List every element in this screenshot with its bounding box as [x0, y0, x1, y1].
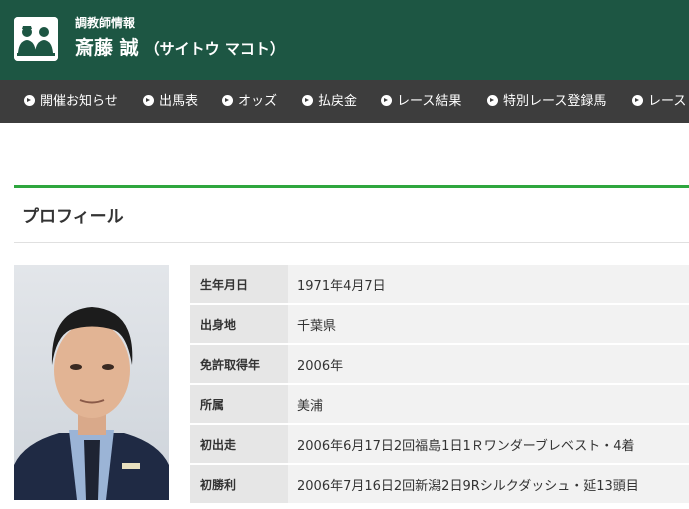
circle-arrow-right-icon — [302, 95, 313, 106]
circle-arrow-right-icon — [24, 95, 35, 106]
nav-item-kaisai[interactable]: 開催お知らせ — [24, 80, 118, 123]
row-value-birthplace: 千葉県 — [288, 304, 689, 345]
row-value-first-start: 2006年6月17日2回福島1日1Ｒワンダーブレベスト・4着 — [288, 424, 689, 465]
nav-item-odds[interactable]: オッズ — [222, 80, 277, 123]
nav-item-label: オッズ — [238, 94, 278, 109]
header-subtitle: 調教師情報 — [75, 16, 136, 30]
profile-table: 生年月日 1971年4月7日 出身地 千葉県 免許取得年 2006年 所属 美浦… — [190, 265, 689, 505]
nav-item-label: レース — [648, 94, 687, 109]
trainer-photo — [14, 265, 169, 500]
row-label-affiliation: 所属 — [190, 384, 288, 425]
nav-item-race-result[interactable]: レース結果 — [381, 80, 461, 123]
main-nav: 開催お知らせ 出馬表 オッズ 払戻金 レース結果 特別レース登録馬 レース — [0, 80, 689, 123]
trainer-logo-icon — [14, 17, 58, 61]
table-row: 初勝利 2006年7月16日2回新潟2日9Rシルクダッシュ・延13頭目 — [190, 464, 689, 505]
row-value-first-win: 2006年7月16日2回新潟2日9Rシルクダッシュ・延13頭目 — [288, 464, 689, 505]
row-value-affiliation: 美浦 — [288, 384, 689, 425]
circle-arrow-right-icon — [143, 95, 154, 106]
page-header: 調教師情報 斎藤 誠 （サイトウ マコト） — [0, 0, 689, 80]
circle-arrow-right-icon — [222, 95, 233, 106]
nav-item-haraimodoshi[interactable]: 払戻金 — [302, 80, 357, 123]
row-label-first-start: 初出走 — [190, 424, 288, 465]
nav-item-special-entry[interactable]: 特別レース登録馬 — [487, 80, 606, 123]
nav-item-label: 特別レース登録馬 — [503, 94, 607, 109]
circle-arrow-right-icon — [632, 95, 643, 106]
table-row: 出身地 千葉県 — [190, 304, 689, 345]
row-label-first-win: 初勝利 — [190, 464, 288, 505]
row-value-license-year: 2006年 — [288, 344, 689, 385]
table-row: 免許取得年 2006年 — [190, 344, 689, 385]
circle-arrow-right-icon — [381, 95, 392, 106]
nav-item-label: レース結果 — [397, 94, 462, 109]
nav-item-label: 開催お知らせ — [40, 94, 118, 109]
trainer-name-kanji: 斎藤 誠 — [75, 37, 139, 59]
nav-item-race-more[interactable]: レース — [632, 80, 686, 123]
trainer-name-kana: （サイトウ マコト） — [144, 40, 285, 58]
nav-item-label: 払戻金 — [318, 94, 358, 109]
nav-item-shutsuba[interactable]: 出馬表 — [143, 80, 198, 123]
table-row: 初出走 2006年6月17日2回福島1日1Ｒワンダーブレベスト・4着 — [190, 424, 689, 465]
table-row: 生年月日 1971年4月7日 — [190, 265, 689, 305]
table-row: 所属 美浦 — [190, 384, 689, 425]
circle-arrow-right-icon — [487, 95, 498, 106]
section-accent-rule — [14, 185, 689, 188]
trainer-name: 斎藤 誠 （サイトウ マコト） — [75, 33, 285, 60]
row-value-birthdate: 1971年4月7日 — [288, 265, 689, 305]
row-label-birthdate: 生年月日 — [190, 265, 288, 305]
section-divider — [14, 242, 689, 243]
nav-item-label: 出馬表 — [159, 94, 199, 109]
row-label-license-year: 免許取得年 — [190, 344, 288, 385]
section-title: プロフィール — [22, 207, 124, 227]
row-label-birthplace: 出身地 — [190, 304, 288, 345]
